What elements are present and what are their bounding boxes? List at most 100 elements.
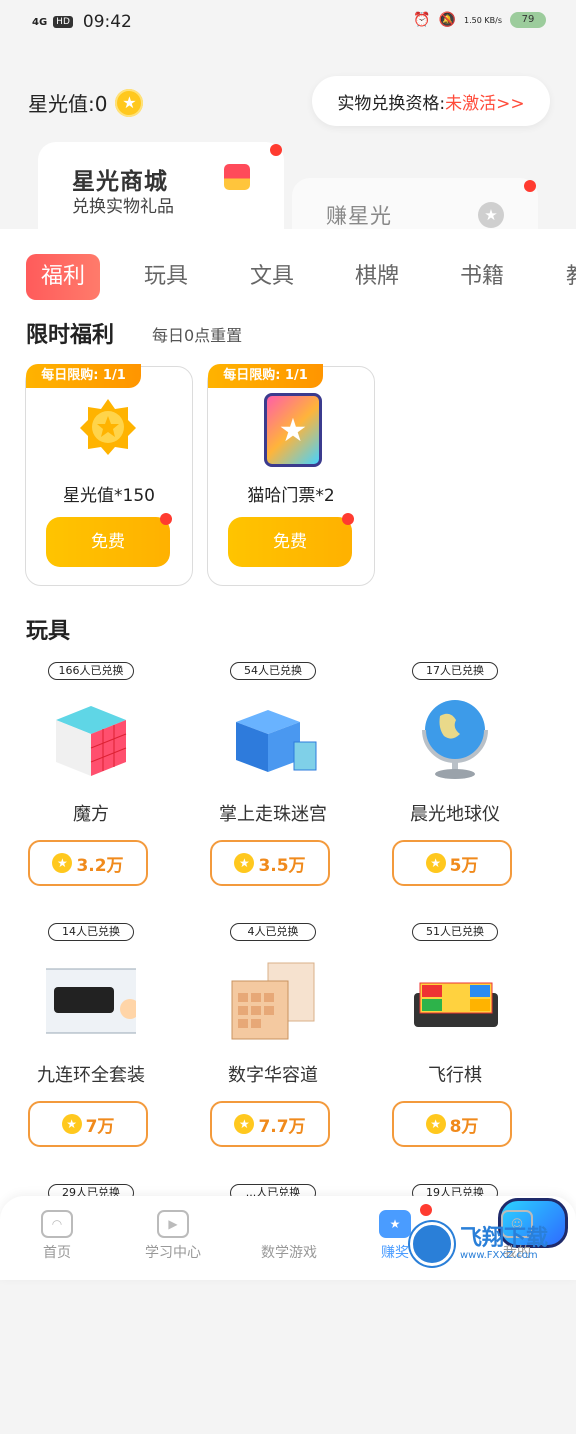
- gift-name: 星光值*150: [63, 486, 155, 506]
- price-button[interactable]: ★ 3.5万: [210, 840, 330, 886]
- price-button[interactable]: ★ 7万: [28, 1101, 148, 1147]
- star-icon: ★: [115, 88, 144, 117]
- redeem-count: 4人已兑换: [230, 923, 316, 941]
- nav-math-games[interactable]: 数学游戏: [244, 1198, 568, 1262]
- notification-dot: [524, 180, 536, 192]
- redeem-count: 14人已兑换: [48, 923, 134, 941]
- limited-title: 限时福利: [26, 323, 115, 348]
- price-button[interactable]: ★ 8万: [392, 1101, 512, 1147]
- category-tabs: 福利 玩具 文具 棋牌 书籍 教: [0, 254, 576, 300]
- daily-limit-tag: 每日限购: 1/1: [26, 364, 141, 388]
- net-speed: 1.50 KB/s: [464, 15, 502, 25]
- product-name: 魔方: [73, 804, 109, 825]
- redeem-count: 51人已兑换: [412, 923, 498, 941]
- qualification-label: 实物兑换资格:: [337, 93, 446, 114]
- tab-board-games[interactable]: 棋牌: [355, 254, 399, 300]
- product-card[interactable]: 51人已兑换 飞行棋 ★ 8万: [364, 923, 546, 1173]
- rubiks-cube-image: [56, 706, 127, 776]
- watermark-url: www.FXXZ.com: [460, 1249, 538, 1261]
- daily-limit-tag: 每日限购: 1/1: [208, 364, 323, 388]
- notification-dot: [160, 513, 172, 525]
- star-value: 星光值:0 ★: [28, 88, 144, 117]
- product-name: 九连环全套装: [37, 1065, 145, 1086]
- tab-toys[interactable]: 玩具: [144, 254, 188, 300]
- star-icon: ★: [478, 202, 504, 228]
- star-icon: ★: [379, 1210, 411, 1238]
- puzzle-ring-set-image: [46, 968, 136, 1034]
- limited-subtitle: 每日0点重置: [152, 326, 243, 345]
- product-card[interactable]: 166人已兑换 魔方 ★ 3.2万: [0, 662, 182, 912]
- star-icon: ★: [425, 1114, 446, 1134]
- price-text: 5万: [449, 855, 479, 876]
- product-card[interactable]: 4人已兑换 数字华容道 ★ 7.7万: [182, 923, 364, 1173]
- price-text: 3.2万: [76, 855, 124, 876]
- toys-title: 玩具: [26, 619, 71, 644]
- nav-math-games-label: 数学游戏: [261, 1245, 317, 1261]
- price-button[interactable]: ★ 3.2万: [28, 840, 148, 886]
- tab-books[interactable]: 书籍: [460, 254, 504, 300]
- nav-rewards-label: 赚奖: [381, 1245, 409, 1261]
- star-shop-title: 星光商城: [72, 169, 168, 195]
- redeem-count: 17人已兑换: [412, 662, 498, 680]
- main-panel: 福利 玩具 文具 棋牌 书籍 教 限时福利 每日0点重置 每日限购: 1/1 星…: [0, 229, 576, 1280]
- gift-card: 每日限购: 1/1 星光值*150 免费: [25, 364, 193, 586]
- star-icon: ★: [234, 1114, 255, 1134]
- price-text: 7万: [85, 1116, 115, 1137]
- battery-indicator: 79: [510, 12, 546, 28]
- watermark-text: 飞翔下载: [460, 1225, 549, 1251]
- maze-cube-image: [236, 710, 317, 772]
- earn-star-title: 赚星光: [326, 204, 392, 228]
- play-icon: ▶: [157, 1210, 189, 1238]
- price-text: 8万: [449, 1116, 479, 1137]
- notification-dot: [270, 144, 282, 156]
- free-button[interactable]: 免费: [228, 517, 352, 567]
- gift-card: 每日限购: 1/1 ★ 猫哈门票*2 免费: [207, 364, 375, 586]
- product-card[interactable]: 14人已兑换 九连环全套装 ★ 7万: [0, 923, 182, 1173]
- redeem-count: 54人已兑换: [230, 662, 316, 680]
- watermark-logo-icon: [410, 1222, 454, 1266]
- star-badge-icon: [80, 399, 136, 455]
- product-card[interactable]: 54人已兑换 掌上走珠迷宫 ★ 3.5万: [182, 662, 364, 912]
- notification-dot: [342, 513, 354, 525]
- globe-image: [422, 700, 488, 779]
- hd-indicator: HD: [53, 16, 73, 28]
- product-name: 晨光地球仪: [410, 804, 500, 825]
- tab-education[interactable]: 教: [566, 254, 576, 300]
- star-icon: ★: [61, 1114, 82, 1134]
- flight-chess-image: [414, 982, 498, 1027]
- product-name: 飞行棋: [428, 1065, 482, 1086]
- nav-learning-center[interactable]: ▶ 学习中心: [128, 1210, 218, 1262]
- sliding-puzzle-image: [231, 962, 315, 1040]
- qualification-status: 未激活>>: [445, 93, 525, 114]
- nav-home-label: 首页: [43, 1245, 71, 1261]
- price-text: 3.5万: [258, 855, 306, 876]
- star-icon: ★: [52, 853, 73, 873]
- ticket-icon: ★: [264, 393, 322, 467]
- product-card[interactable]: 17人已兑换 晨光地球仪 ★ 5万: [364, 662, 546, 912]
- nav-home[interactable]: ◠ 首页: [12, 1210, 102, 1262]
- tab-stationery[interactable]: 文具: [250, 254, 294, 300]
- status-bar: 4G HD 09:42 ⏰ 🔕 1.50 KB/s 79: [0, 0, 576, 44]
- star-icon: ★: [234, 853, 255, 873]
- star-icon: ★: [425, 853, 446, 873]
- price-button[interactable]: ★ 7.7万: [210, 1101, 330, 1147]
- qualification-button[interactable]: 实物兑换资格: 未激活>>: [312, 76, 550, 126]
- site-watermark: 飞翔下载 www.FXXZ.com: [410, 1218, 570, 1270]
- nav-learning-label: 学习中心: [145, 1245, 201, 1261]
- price-text: 7.7万: [258, 1116, 306, 1137]
- network-indicator: 4G: [32, 16, 48, 28]
- redeem-count: 166人已兑换: [48, 662, 134, 680]
- star-value-text: 星光值:0: [28, 92, 108, 116]
- shop-icon: [224, 164, 250, 190]
- free-button[interactable]: 免费: [46, 517, 170, 567]
- clock: 09:42: [82, 12, 132, 32]
- gift-name: 猫哈门票*2: [247, 486, 335, 506]
- mute-icon: 🔕: [438, 12, 457, 28]
- product-name: 数字华容道: [228, 1065, 318, 1086]
- notification-dot: [420, 1204, 432, 1216]
- tab-welfare[interactable]: 福利: [26, 254, 100, 300]
- price-button[interactable]: ★ 5万: [392, 840, 512, 886]
- star-shop-subtitle: 兑换实物礼品: [72, 197, 174, 217]
- alarm-icon: ⏰: [413, 12, 431, 28]
- product-name: 掌上走珠迷宫: [219, 804, 327, 825]
